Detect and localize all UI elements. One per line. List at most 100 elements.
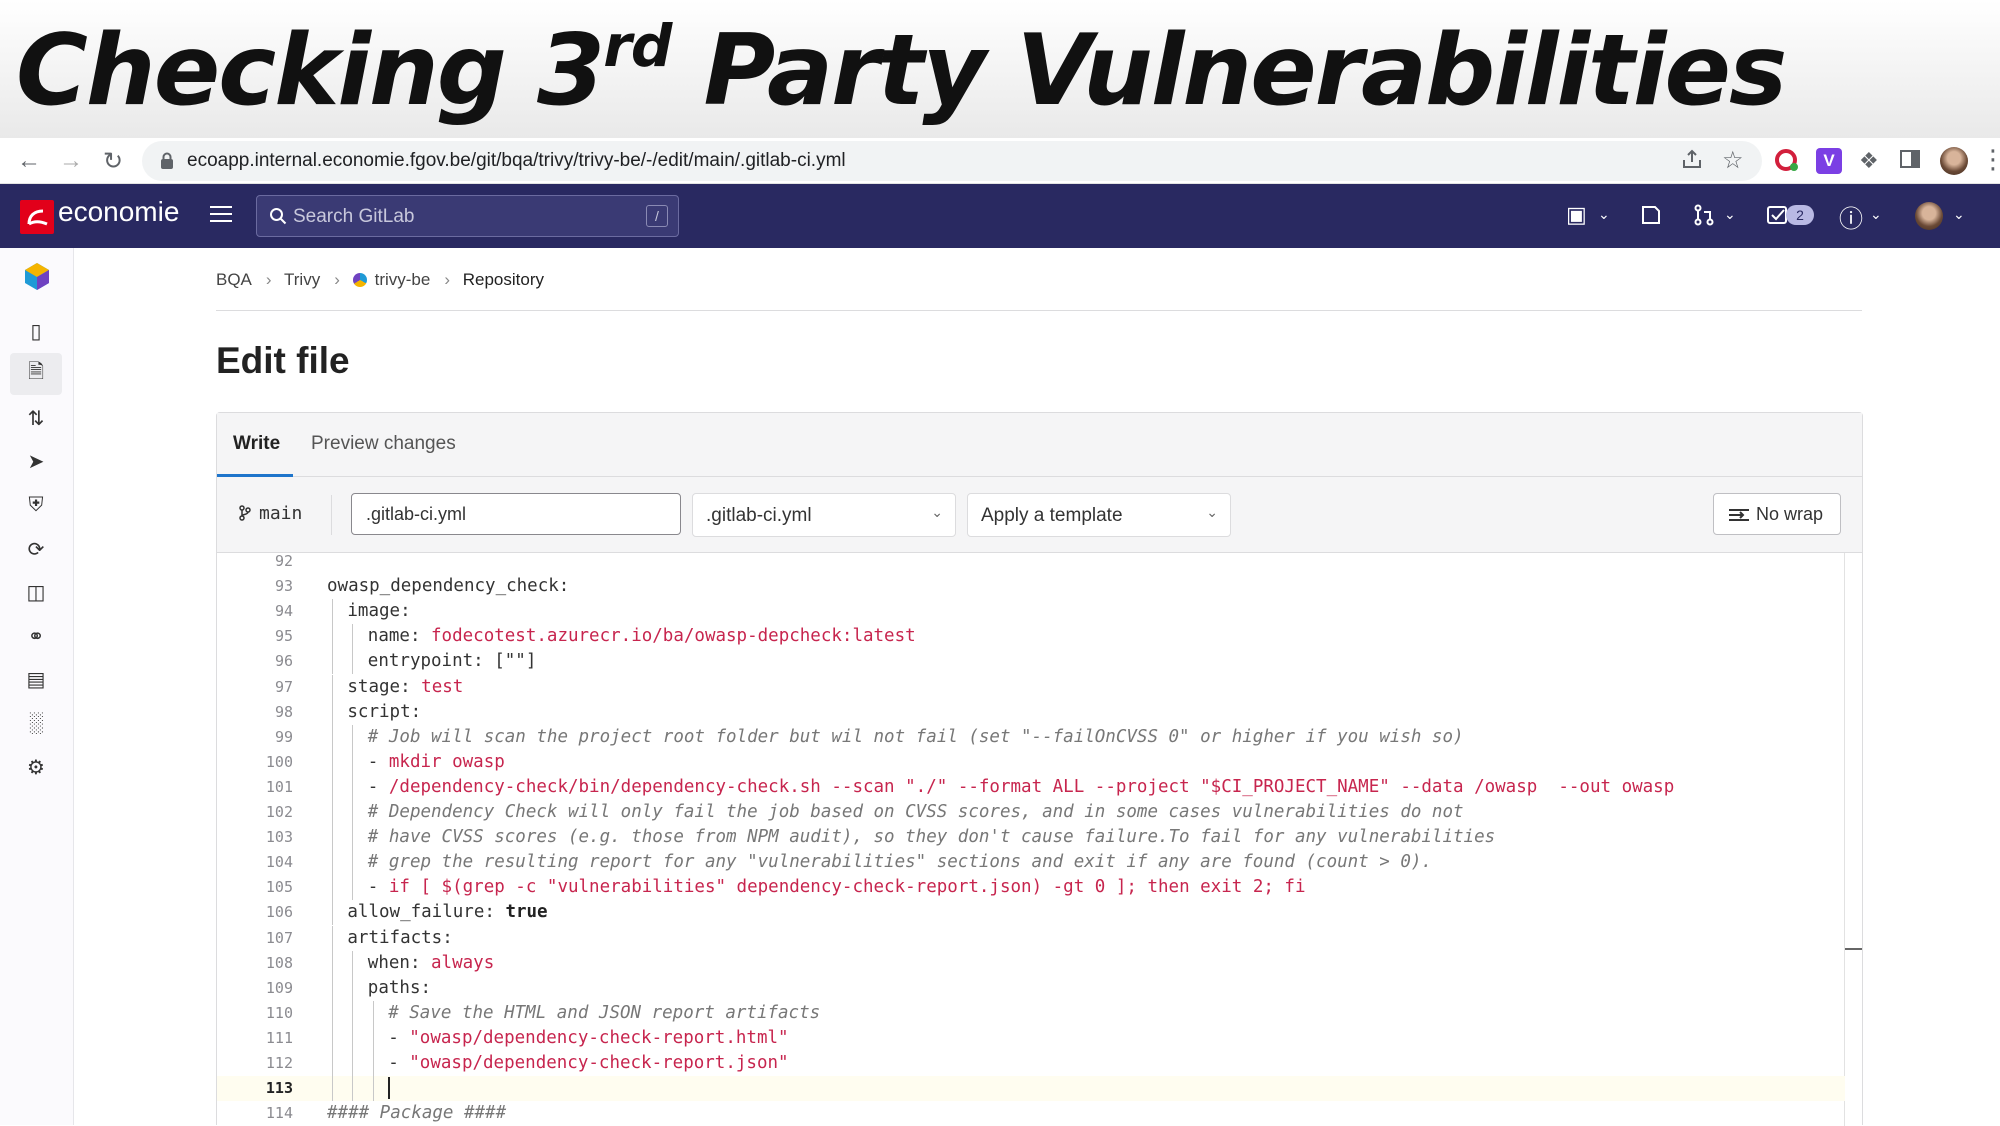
code-line[interactable]: 92 [217,553,1845,574]
deployments-icon[interactable]: ⟳ [23,536,49,562]
indent-guide [332,749,333,775]
economie-logo-icon[interactable] [20,200,54,234]
indent-guide [332,800,333,826]
template-select[interactable]: Apply a template ⌄ [967,493,1231,537]
code-line[interactable]: 114 #### Package #### [217,1101,1845,1126]
indent-guide [332,1025,333,1051]
code-line[interactable]: 103 # have CVSS scores (e.g. those from N… [217,825,1845,851]
chevron-down-icon[interactable]: ⌄ [1870,206,1882,223]
code-line[interactable]: 109 paths: [217,975,1845,1001]
chevron-down-icon[interactable]: ⌄ [1598,206,1610,223]
code-line[interactable]: 106 allow_failure: true [217,900,1845,926]
security-shield-icon[interactable]: ⛨ [23,492,49,518]
code-line[interactable]: 112 - "owasp/dependency-check-report.json… [217,1051,1845,1077]
ci-cd-rocket-icon[interactable]: ➤ [23,448,49,474]
code-line[interactable]: 108 when: always [217,950,1845,976]
indent-guide [352,1025,354,1051]
editor-tabs: Write Preview changes [217,413,1862,477]
indent-guide [352,774,354,800]
extension-icon-1[interactable] [1774,148,1800,174]
line-text: image: [347,601,411,622]
merge-requests-icon[interactable] [1693,204,1715,226]
code-line[interactable]: 97 stage: test [217,674,1845,700]
main-menu-icon[interactable] [210,206,232,227]
code-line[interactable]: 98 script: [217,699,1845,725]
breadcrumb-item-repository[interactable]: Repository [463,270,544,289]
project-overview-icon[interactable]: ▯ [23,318,49,344]
forward-arrow-icon[interactable]: → [56,146,86,176]
puzzle-extensions-icon[interactable]: ❖ [1859,148,1879,174]
file-name-input[interactable] [351,493,681,535]
line-number: 108 [265,953,293,972]
repository-icon[interactable]: 🗎 [23,361,49,387]
issues-icon[interactable] [1640,204,1662,226]
code-line[interactable]: 101 - /dependency-check/bin/dependency-ch… [217,774,1845,800]
line-number: 95 [274,627,293,646]
project-icon [352,273,367,287]
logo-text[interactable]: economie [58,196,179,228]
line-number: 100 [265,752,293,771]
monitor-icon[interactable]: ▤ [23,666,49,692]
code-line[interactable]: 96 entrypoint: [""] [217,649,1845,675]
share-icon[interactable] [1681,148,1703,170]
create-new-icon[interactable]: ▣ [1566,202,1587,228]
project-avatar-icon[interactable] [22,260,52,300]
code-line[interactable]: 100 - mkdir owasp [217,749,1845,775]
merge-requests-sidebar-icon[interactable]: ⇅ [23,405,49,431]
indent-guide [352,800,354,826]
code-line[interactable]: 94 image: [217,599,1845,625]
no-wrap-button[interactable]: No wrap [1713,493,1841,535]
gitlab-top-bar: economie Search GitLab / ▣ ⌄ ⌄ 2 ⓘ ⌄ ⌄ [0,184,2000,248]
back-arrow-icon[interactable]: ← [14,146,44,176]
code-area[interactable]: 92 93 owasp_dependency_check: 94 image: 95 nam… [217,553,1862,1126]
indent-guide [352,624,354,650]
infrastructure-icon[interactable]: ⚭ [23,623,49,649]
project-sidebar: ▯ 🗎 ⇅ ➤ ⛨ ⟳ ◫ ⚭ ▤ ░ ⚙ [0,248,74,1125]
line-number: 103 [265,828,293,847]
code-line[interactable]: 93 owasp_dependency_check: [217,574,1845,599]
bookmark-star-icon[interactable]: ☆ [1722,146,1744,175]
tab-write[interactable]: Write [233,433,280,455]
chevron-down-icon[interactable]: ⌄ [1953,206,1965,223]
breadcrumb-item-bqa[interactable]: BQA [216,270,252,289]
search-input[interactable]: Search GitLab / [256,195,679,237]
help-icon[interactable]: ⓘ [1839,199,1863,234]
address-bar[interactable]: ecoapp.internal.economie.fgov.be/git/bqa… [142,141,1762,181]
file-type-select[interactable]: .gitlab-ci.yml ⌄ [692,493,956,537]
breadcrumb-item-trivy-be[interactable]: trivy-be [375,270,431,289]
line-text: name: fodecotest.azurecr.io/ba/owasp-dep… [367,626,916,647]
search-icon [270,208,287,225]
chevron-down-icon[interactable]: ⌄ [1724,206,1736,223]
analytics-icon[interactable]: ░ [23,710,49,736]
browser-profile-avatar[interactable] [1940,147,1968,175]
indent-guide [332,699,333,725]
side-panel-icon[interactable] [1899,148,1921,170]
breadcrumb: BQA › Trivy › trivy-be › Repository [216,270,545,289]
breadcrumb-item-trivy[interactable]: Trivy [284,270,320,289]
tab-preview-changes[interactable]: Preview changes [311,433,456,455]
browser-menu-icon[interactable]: ⋮ [1980,144,2000,175]
settings-gear-icon[interactable]: ⚙ [23,754,49,780]
extension-icon-2[interactable]: V [1816,148,1842,174]
code-line[interactable]: 113 [217,1076,1845,1102]
packages-icon[interactable]: ◫ [23,579,49,605]
code-line[interactable]: 95 name: fodecotest.azurecr.io/ba/owasp-d… [217,624,1845,650]
indent-guide [352,950,354,976]
todo-icon[interactable] [1766,204,1788,226]
indent-guide [372,1076,374,1102]
user-avatar[interactable] [1915,202,1943,230]
reload-icon[interactable]: ↻ [98,146,128,176]
line-number: 94 [274,602,293,621]
code-line[interactable]: 107 artifacts: [217,925,1845,951]
scrollbar-thumb[interactable] [1845,948,1862,950]
code-line[interactable]: 105 - if [ $(grep -c "vulnerabilities" de… [217,875,1845,901]
code-line[interactable]: 102 # Dependency Check will only fail the… [217,800,1845,826]
indent-guide [352,749,354,775]
code-line[interactable]: 111 - "owasp/dependency-check-report.html… [217,1025,1845,1051]
indent-guide [332,925,333,951]
code-line[interactable]: 104 # grep the resulting report for any "… [217,850,1845,876]
line-number: 98 [274,702,293,721]
code-line[interactable]: 110 # Save the HTML and JSON report artif… [217,1000,1845,1026]
indent-guide [332,1051,333,1077]
code-line[interactable]: 99 # Job will scan the project root folde… [217,724,1845,750]
